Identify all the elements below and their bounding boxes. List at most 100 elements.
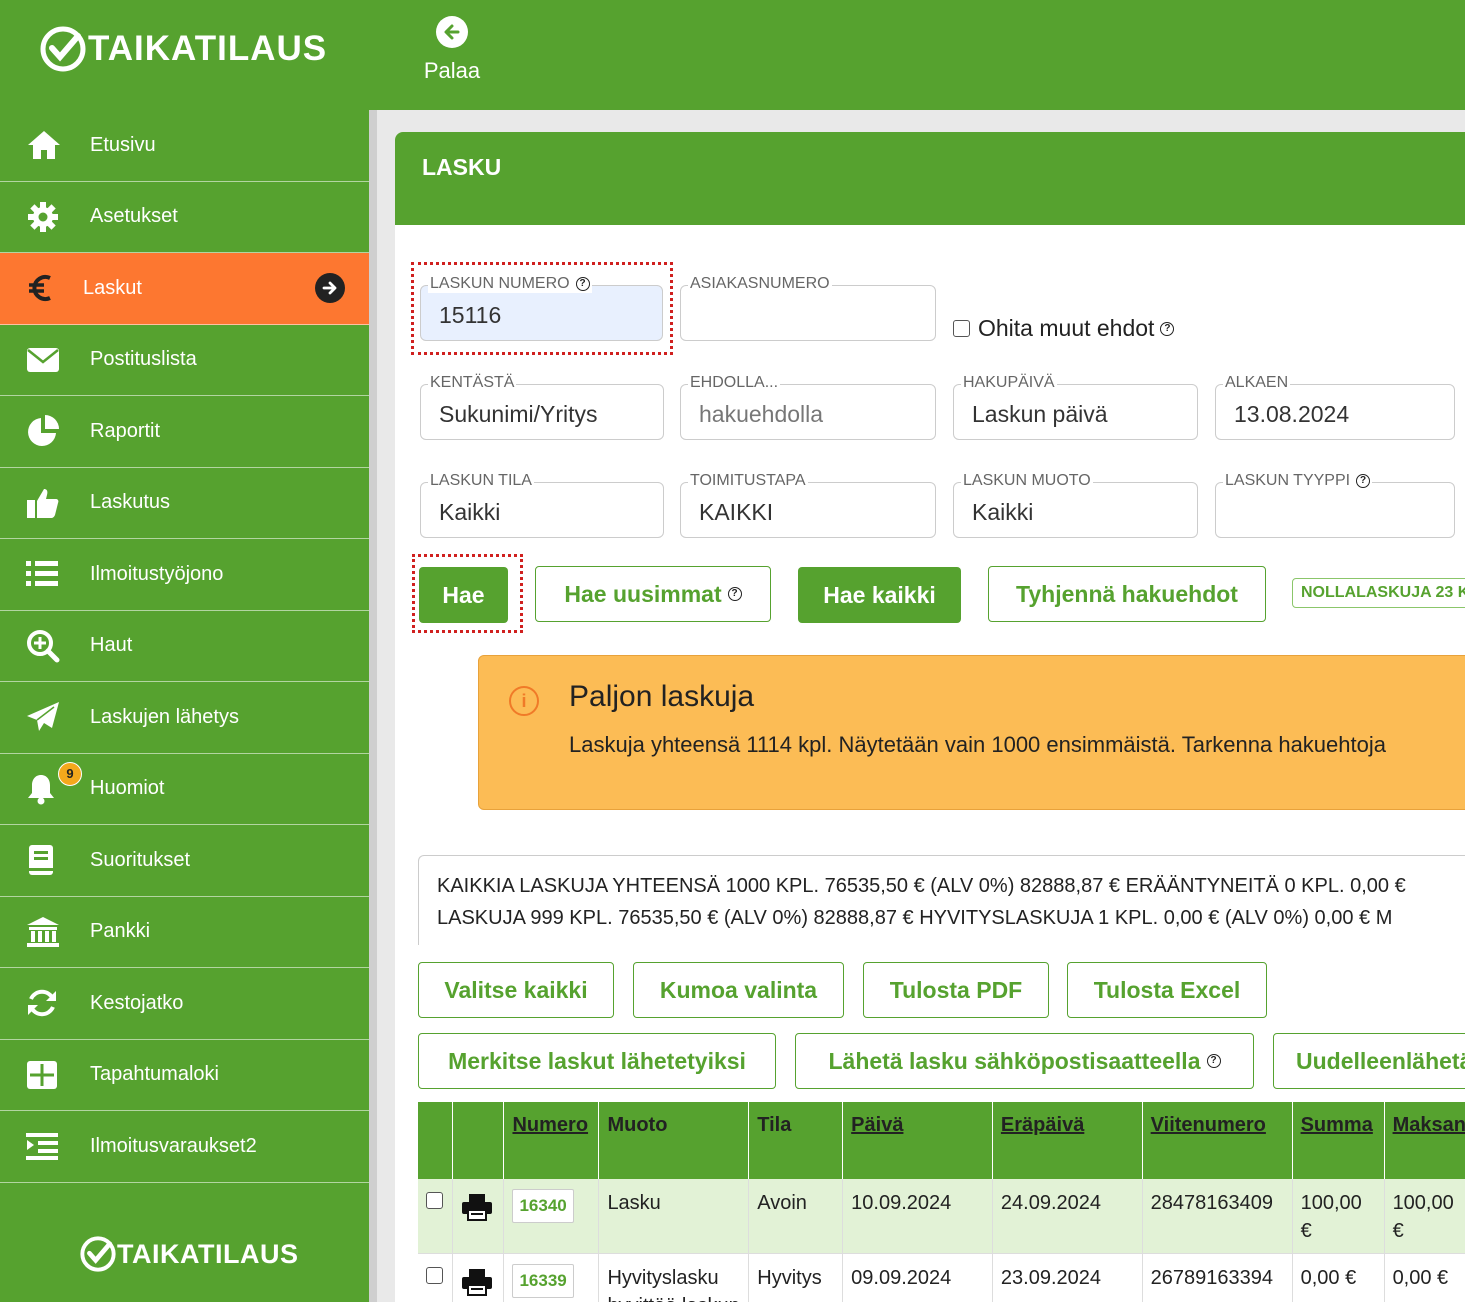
- start-date-field: ALKAEN 13.08.2024: [1215, 374, 1455, 440]
- invoice-format-label: LASKUN MUOTO: [961, 472, 1093, 490]
- sidebar-item-ilmoitusvaraukset2[interactable]: Ilmoitusvaraukset2: [0, 1111, 369, 1183]
- skip-other-conditions[interactable]: Ohita muut ehdot ?: [953, 315, 1175, 342]
- sidebar-item-etusivu[interactable]: Etusivu: [0, 110, 369, 182]
- col-maksettu[interactable]: Maksan: [1384, 1102, 1465, 1179]
- cell-tila: Avoin: [748, 1179, 844, 1253]
- deselect-button[interactable]: Kumoa valinta: [633, 962, 844, 1018]
- refresh-icon: [0, 987, 90, 1019]
- cell-maksettu: 100,00 €: [1384, 1179, 1465, 1253]
- table-header-row: Numero Muoto Tila Päivä Eräpäivä Viitenu…: [418, 1102, 1465, 1179]
- sidebar-item-kestojatko[interactable]: Kestojatko: [0, 968, 369, 1040]
- cell-viitenumero: 28478163409: [1142, 1179, 1293, 1253]
- search-date-value[interactable]: Laskun päivä: [953, 384, 1198, 440]
- invoice-card: LASKU LASKUN NUMERO? 15116 ASIAKASNUMERO…: [395, 132, 1465, 1302]
- help-icon[interactable]: ?: [1160, 321, 1175, 336]
- sidebar-item-laskujen-lahetys[interactable]: Laskujen lähetys: [0, 682, 369, 754]
- sidebar-item-laskutus[interactable]: Laskutus: [0, 468, 369, 539]
- sidebar-item-label: Etusivu: [90, 133, 156, 156]
- cell-summa: 0,00 €: [1292, 1252, 1385, 1302]
- cell-erapaiva: 23.09.2024: [992, 1252, 1143, 1302]
- cell-summa: 100,00 €: [1292, 1179, 1385, 1253]
- summary-line-2: LASKUJA 999 KPL. 76535,50 € (ALV 0%) 828…: [437, 907, 1393, 929]
- col-erapaiva[interactable]: Eräpäivä: [992, 1102, 1143, 1179]
- indent-list-icon: [0, 1132, 90, 1161]
- printer-icon[interactable]: [461, 1193, 493, 1229]
- highlight-invoice-number: [411, 262, 673, 355]
- col-summa[interactable]: Summa: [1292, 1102, 1385, 1179]
- brand-name: TAIKATILAUS: [88, 29, 328, 68]
- resend-button[interactable]: Uudelleenlähetä: [1273, 1033, 1465, 1089]
- book-icon: [0, 844, 90, 876]
- arrow-left-icon: [436, 16, 468, 48]
- printer-icon[interactable]: [461, 1268, 493, 1302]
- search-all-button[interactable]: Hae kaikki: [798, 567, 961, 623]
- thumbs-up-icon: [0, 487, 90, 519]
- col-viitenumero[interactable]: Viitenumero: [1142, 1102, 1293, 1179]
- alert-title: Paljon laskuja: [569, 680, 755, 713]
- footer-brand-name: TAIKATILAUS: [117, 1238, 299, 1269]
- search-newest-button[interactable]: Hae uusimmat?: [535, 566, 771, 622]
- zero-invoices-button[interactable]: NOLLALASKUJA 23 KPL: [1292, 578, 1465, 608]
- cell-muoto: Lasku: [598, 1179, 750, 1253]
- sidebar-item-laskut[interactable]: Laskut: [0, 253, 369, 325]
- totals-summary: KAIKKIA LASKUJA YHTEENSÄ 1000 KPL. 76535…: [418, 855, 1465, 945]
- field-from-value[interactable]: Sukunimi/Yritys: [420, 384, 664, 440]
- sidebar-item-suoritukset[interactable]: Suoritukset: [0, 825, 369, 897]
- row-checkbox[interactable]: [426, 1192, 443, 1209]
- cell-erapaiva: 24.09.2024: [992, 1179, 1143, 1253]
- col-paiva[interactable]: Päivä: [842, 1102, 993, 1179]
- invoice-type-value[interactable]: [1215, 482, 1455, 538]
- send-email-button[interactable]: Lähetä lasku sähköpostisaatteella?: [795, 1033, 1254, 1089]
- card-title: LASKU: [395, 132, 1465, 225]
- sidebar-item-ilmoitustyojono[interactable]: Ilmoitustyöjono: [0, 539, 369, 611]
- sidebar-item-label: Laskut: [83, 276, 142, 299]
- table-row[interactable]: 16339 Hyvityslasku hyvittää laskun Hyvit…: [418, 1252, 1465, 1302]
- sidebar-item-asetukset[interactable]: Asetukset: [0, 182, 369, 253]
- sidebar-item-label: Raportit: [90, 419, 161, 442]
- sidebar-item-label: Ilmoitusvaraukset2: [90, 1134, 257, 1157]
- back-button[interactable]: Palaa: [420, 16, 484, 84]
- sidebar-item-pankki[interactable]: Pankki: [0, 897, 369, 968]
- invoice-status-label: LASKUN TILA: [428, 472, 534, 490]
- sidebar-item-postituslista[interactable]: Postituslista: [0, 325, 369, 396]
- customer-number-input[interactable]: [680, 285, 936, 341]
- clear-criteria-button[interactable]: Tyhjennä hakuehdot: [988, 566, 1266, 622]
- pie-chart-icon: [0, 414, 90, 448]
- sidebar-item-label: Postituslista: [90, 348, 197, 371]
- row-checkbox[interactable]: [426, 1266, 443, 1284]
- delivery-value[interactable]: KAIKKI: [680, 482, 936, 538]
- col-numero[interactable]: Numero: [503, 1102, 600, 1179]
- col-muoto: Muoto: [598, 1102, 750, 1179]
- customer-number-label: ASIAKASNUMERO: [688, 275, 832, 293]
- sidebar: Etusivu Asetukset Laskut Postituslista R…: [0, 110, 369, 1302]
- sidebar-item-label: Asetukset: [90, 205, 178, 228]
- skip-other-label: Ohita muut ehdot: [978, 315, 1155, 341]
- footer-brand-logo: TAIKATILAUS: [80, 1236, 298, 1272]
- sidebar-item-raportit[interactable]: Raportit: [0, 396, 369, 468]
- euro-icon: [0, 272, 83, 304]
- sidebar-item-tapahtumaloki[interactable]: Tapahtumaloki: [0, 1040, 369, 1111]
- brand-logo[interactable]: TAIKATILAUS: [40, 26, 327, 72]
- search-newest-label: Hae uusimmat: [564, 580, 722, 607]
- help-icon[interactable]: ?: [1356, 474, 1371, 488]
- mark-sent-button[interactable]: Merkitse laskut lähetetyiksi: [418, 1033, 776, 1089]
- start-date-input[interactable]: 13.08.2024: [1215, 384, 1455, 440]
- invoice-number-link[interactable]: 16339: [512, 1263, 574, 1298]
- table-row[interactable]: 16340 Lasku Avoin 10.09.2024 24.09.2024 …: [418, 1179, 1465, 1253]
- invoice-number-link[interactable]: 16340: [512, 1189, 574, 1223]
- condition-input[interactable]: hakuehdolla: [680, 384, 936, 440]
- invoice-status-value[interactable]: Kaikki: [420, 482, 664, 538]
- list-icon: [0, 560, 90, 588]
- sidebar-item-label: Laskujen lähetys: [90, 705, 239, 728]
- sidebar-item-haut[interactable]: Haut: [0, 611, 369, 682]
- skip-other-checkbox[interactable]: [953, 320, 970, 337]
- print-pdf-button[interactable]: Tulosta PDF: [863, 962, 1049, 1018]
- sidebar-item-huomiot[interactable]: 9 Huomiot: [0, 754, 369, 825]
- select-all-button[interactable]: Valitse kaikki: [418, 962, 614, 1018]
- home-icon: [0, 129, 90, 161]
- bank-icon: [0, 916, 90, 948]
- logo-mark-icon: [40, 26, 86, 72]
- invoice-format-value[interactable]: Kaikki: [953, 482, 1198, 538]
- print-excel-button[interactable]: Tulosta Excel: [1067, 962, 1267, 1018]
- grid-icon: [0, 1060, 90, 1090]
